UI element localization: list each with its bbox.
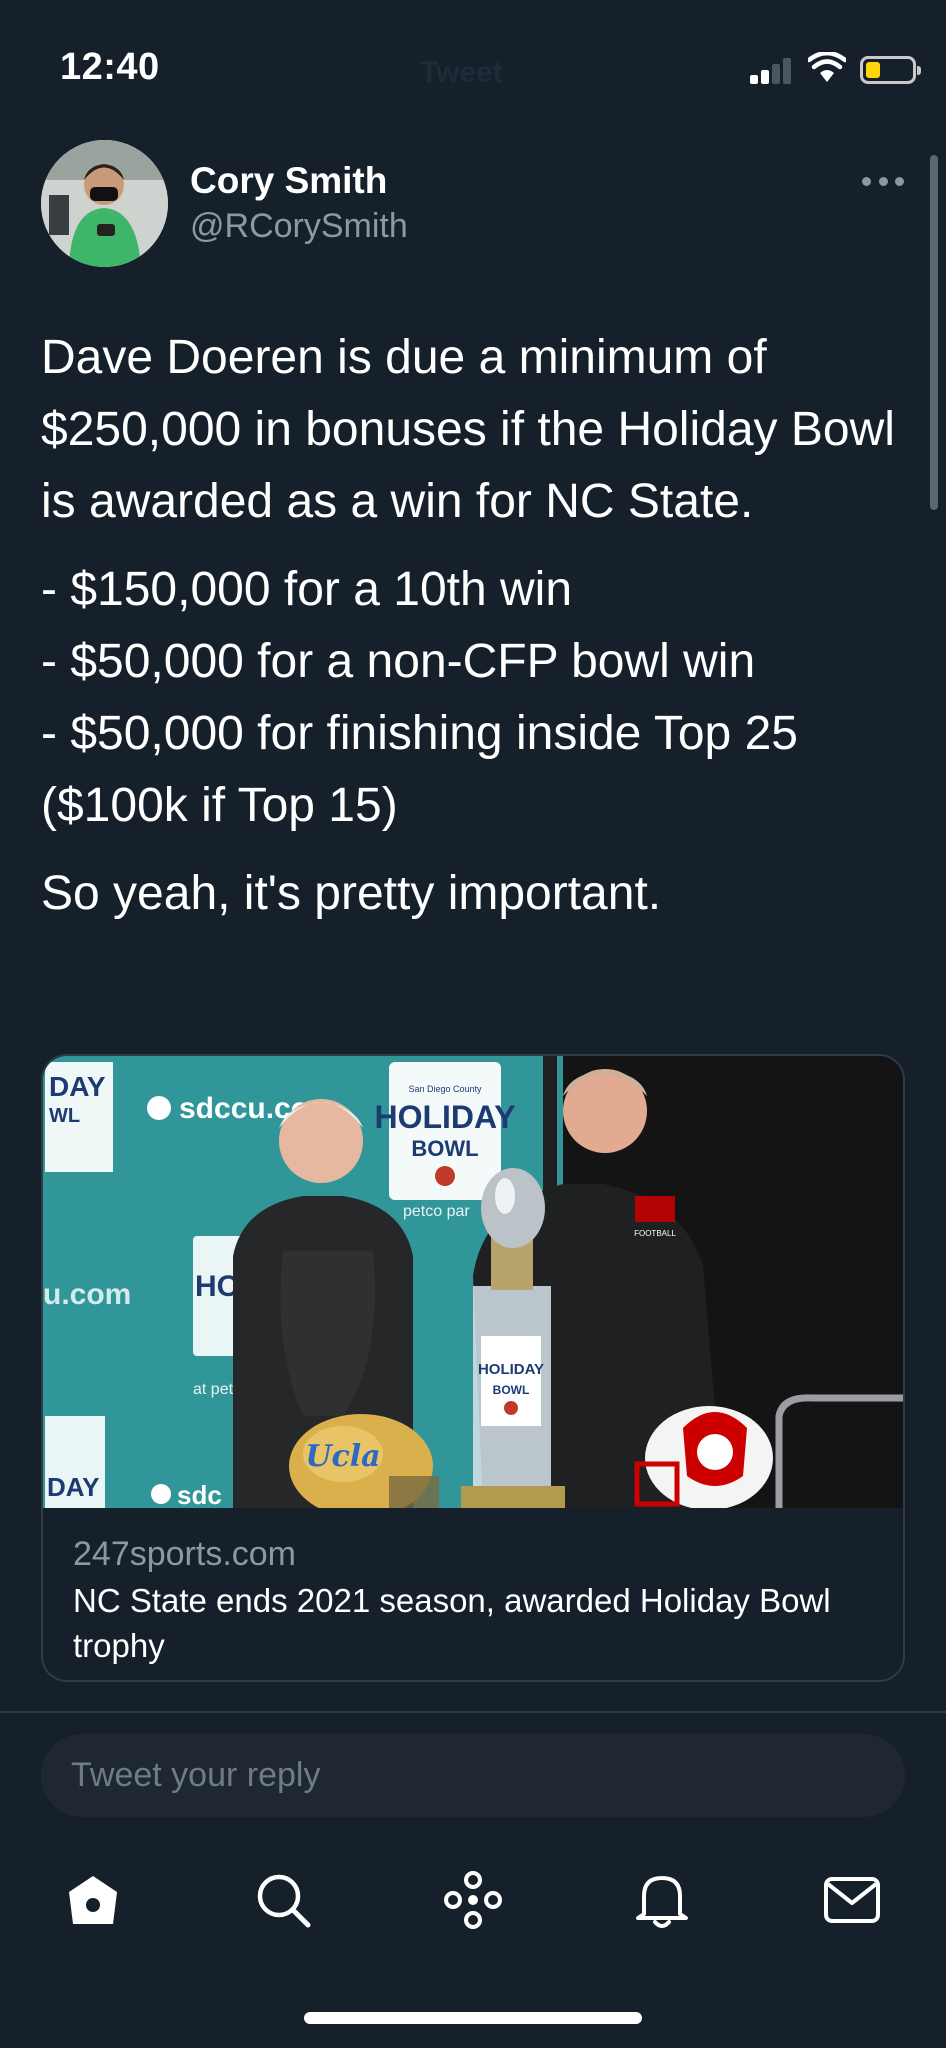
reply-input[interactable] (41, 1734, 905, 1817)
avatar[interactable] (41, 140, 168, 267)
svg-text:WL: WL (49, 1105, 80, 1127)
svg-text:DAY: DAY (47, 1472, 100, 1502)
svg-text:FOOTBALL: FOOTBALL (634, 1229, 676, 1238)
cellular-signal-icon (750, 56, 792, 84)
card-image[interactable]: DAY WL sdccu.co San Diego County HOLIDAY… (43, 1056, 905, 1508)
more-options-button[interactable] (862, 170, 904, 192)
search-icon (257, 1874, 311, 1928)
svg-text:San Diego County: San Diego County (408, 1084, 482, 1094)
notifications-icon (636, 1876, 688, 1928)
bonus-line: - $50,000 for a non-CFP bowl win (41, 635, 756, 688)
bonus-line: - $50,000 for finishing inside Top 25 ($… (41, 707, 798, 832)
tweet-paragraph: So yeah, it's pretty important. (41, 867, 662, 920)
svg-text:DAY: DAY (49, 1071, 106, 1102)
messages-icon (824, 1877, 880, 1923)
status-time: 12:40 (60, 46, 160, 88)
tab-bar (0, 1860, 946, 1960)
more-dot (878, 176, 888, 186)
battery-icon (860, 56, 921, 84)
svg-text:u.com: u.com (43, 1278, 131, 1311)
divider (0, 1711, 946, 1713)
card-meta[interactable]: 247sports.com NC State ends 2021 season,… (73, 1532, 873, 1668)
tab-notifications[interactable] (627, 1860, 697, 1940)
home-icon (69, 1876, 117, 1924)
tab-home[interactable] (58, 1860, 128, 1940)
author-name[interactable]: Cory Smith (190, 160, 387, 202)
avatar-photo (41, 140, 168, 267)
svg-text:BOWL: BOWL (493, 1383, 530, 1397)
wifi-icon (808, 52, 846, 82)
card-domain: 247sports.com (73, 1535, 296, 1573)
svg-text:petco par: petco par (403, 1203, 470, 1220)
svg-text:HOLIDAY: HOLIDAY (374, 1099, 515, 1135)
svg-text:HOLIDAY: HOLIDAY (478, 1361, 544, 1378)
tweet-paragraph: Dave Doeren is due a minimum of $250,000… (41, 331, 895, 528)
tweet-text: Dave Doeren is due a minimum of $250,000… (41, 322, 911, 946)
tab-messages[interactable] (817, 1860, 887, 1940)
bonus-line: - $150,000 for a 10th win (41, 563, 573, 616)
scrollbar[interactable] (930, 155, 938, 510)
spaces-icon (444, 1871, 502, 1929)
nav-title-faded: Tweet (420, 56, 503, 89)
svg-text:Ucla: Ucla (305, 1439, 380, 1474)
reply-box[interactable] (41, 1734, 905, 1817)
author-handle[interactable]: @RCorySmith (190, 207, 408, 246)
tweet-bonus-list: - $150,000 for a 10th win - $50,000 for … (41, 554, 911, 842)
card-title: NC State ends 2021 season, awarded Holid… (73, 1582, 831, 1664)
home-indicator[interactable] (304, 2012, 642, 2024)
tab-search[interactable] (248, 1860, 318, 1940)
status-bar: 12:40 Tweet (0, 0, 946, 130)
svg-text:sdc: sdc (177, 1480, 222, 1508)
svg-text:BOWL: BOWL (411, 1136, 478, 1161)
tab-spaces[interactable] (438, 1860, 508, 1940)
more-dot (862, 176, 871, 186)
more-dot (895, 176, 904, 186)
link-card[interactable]: DAY WL sdccu.co San Diego County HOLIDAY… (41, 1054, 905, 1682)
